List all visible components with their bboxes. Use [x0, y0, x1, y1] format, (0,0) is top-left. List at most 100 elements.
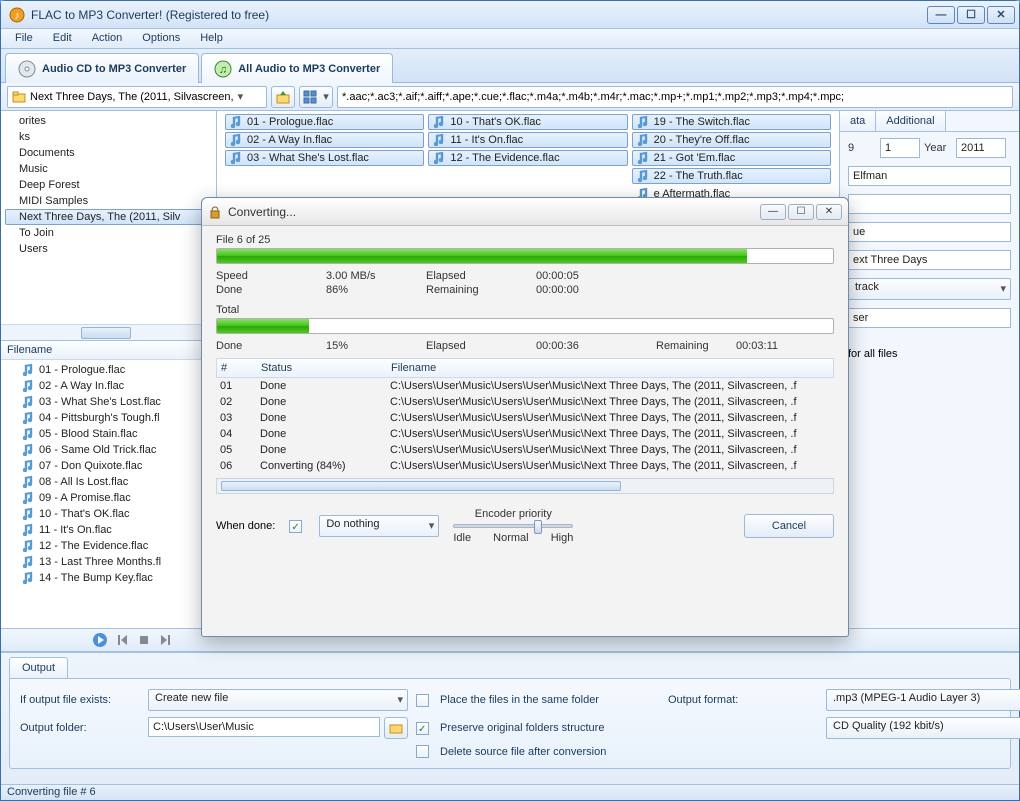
folder-icon [12, 90, 26, 104]
table-row[interactable]: 05DoneC:\Users\User\Music\Users\User\Mus… [216, 442, 834, 458]
cancel-button[interactable]: Cancel [744, 514, 834, 538]
list-item[interactable]: 03 - What She's Lost.flac [21, 394, 214, 410]
field-3[interactable] [848, 222, 1011, 242]
delete-source-check[interactable] [416, 745, 429, 758]
grid-item[interactable]: 03 - What She's Lost.flac [225, 150, 424, 166]
when-done-dropdown[interactable]: Do nothing [319, 515, 439, 537]
tree-item[interactable]: Users [5, 241, 212, 257]
year-field[interactable] [956, 138, 1006, 158]
play-button[interactable] [91, 631, 109, 649]
table-hscroll[interactable] [216, 478, 834, 494]
type-dropdown[interactable]: track [848, 278, 1011, 300]
list-item[interactable]: 01 - Prologue.flac [21, 362, 214, 378]
toolbar: Next Three Days, The (2011, Silvascreen,… [1, 83, 1019, 111]
tree-item[interactable]: ks [5, 129, 212, 145]
same-folder-check[interactable] [416, 694, 429, 707]
cd-icon [18, 60, 36, 78]
grid-item[interactable]: 19 - The Switch.flac [632, 114, 831, 130]
list-item[interactable]: 02 - A Way In.flac [21, 378, 214, 394]
dialog-minimize[interactable]: — [760, 204, 786, 220]
chevron-down-icon: ▾ [323, 90, 329, 103]
field-6[interactable] [848, 308, 1011, 328]
table-row[interactable]: 04DoneC:\Users\User\Music\Users\User\Mus… [216, 426, 834, 442]
view-button[interactable]: ▾ [299, 86, 333, 108]
tree-item[interactable]: Music [5, 161, 212, 177]
grid-item[interactable]: 01 - Prologue.flac [225, 114, 424, 130]
list-item[interactable]: 06 - Same Old Trick.flac [21, 442, 214, 458]
if-exists-dropdown[interactable]: Create new file [148, 689, 408, 711]
list-item[interactable]: 08 - All Is Lost.flac [21, 474, 214, 490]
close-button[interactable]: ✕ [987, 6, 1015, 24]
list-item[interactable]: 04 - Pittsburgh's Tough.fl [21, 410, 214, 426]
quality-dropdown[interactable]: CD Quality (192 kbit/s) [826, 717, 1020, 739]
folder-up-icon [275, 89, 291, 105]
grid-item[interactable]: 10 - That's OK.flac [428, 114, 627, 130]
menu-edit[interactable]: Edit [43, 29, 82, 48]
menu-file[interactable]: File [5, 29, 43, 48]
titlebar: ♪ FLAC to MP3 Converter! (Registered to … [1, 1, 1019, 29]
path-combo[interactable]: Next Three Days, The (2011, Silvascreen,… [7, 86, 267, 108]
table-row[interactable]: 03DoneC:\Users\User\Music\Users\User\Mus… [216, 410, 834, 426]
grid-item[interactable]: 20 - They're Off.flac [632, 132, 831, 148]
tree-item[interactable]: Next Three Days, The (2011, Silv [5, 209, 212, 225]
next-button[interactable] [157, 631, 175, 649]
list-item[interactable]: 09 - A Promise.flac [21, 490, 214, 506]
maximize-button[interactable]: ☐ [957, 6, 985, 24]
folder-tree[interactable]: oritesksDocumentsMusicDeep ForestMIDI Sa… [1, 111, 216, 324]
lock-icon [208, 205, 222, 219]
grid-item[interactable]: 11 - It's On.flac [428, 132, 627, 148]
minimize-button[interactable]: — [927, 6, 955, 24]
grid-item[interactable]: 02 - A Way In.flac [225, 132, 424, 148]
prev-button[interactable] [113, 631, 131, 649]
dialog-titlebar[interactable]: Converting... — ☐ ✕ [202, 198, 848, 226]
list-item[interactable]: 07 - Don Quixote.flac [21, 458, 214, 474]
table-row[interactable]: 02DoneC:\Users\User\Music\Users\User\Mus… [216, 394, 834, 410]
main-window: ♪ FLAC to MP3 Converter! (Registered to … [0, 0, 1020, 801]
tab-audio-cd[interactable]: Audio CD to MP3 Converter [5, 53, 199, 83]
tree-hscroll[interactable] [1, 324, 216, 340]
menu-help[interactable]: Help [190, 29, 233, 48]
table-row[interactable]: 01DoneC:\Users\User\Music\Users\User\Mus… [216, 378, 834, 394]
converting-dialog: Converting... — ☐ ✕ File 6 of 25 Speed 3… [201, 197, 849, 637]
filelist-header[interactable]: Filename [1, 341, 216, 360]
tree-item[interactable]: To Join [5, 225, 212, 241]
grid-item[interactable]: 21 - Got 'Em.flac [632, 150, 831, 166]
preserve-check[interactable] [416, 722, 429, 735]
list-item[interactable]: 13 - Last Three Months.fl [21, 554, 214, 570]
extension-filter[interactable]: *.aac;*.ac3;*.aif;*.aiff;*.ape;*.cue;*.f… [337, 86, 1013, 108]
tab-additional[interactable]: Additional [876, 111, 945, 131]
output-section: Output If output file exists: Create new… [1, 652, 1019, 784]
grid-item[interactable]: 22 - The Truth.flac [632, 168, 831, 184]
tab-metadata[interactable]: ata [840, 111, 876, 131]
up-folder-button[interactable] [271, 86, 295, 108]
tree-item[interactable]: orites [5, 113, 212, 129]
browse-folder-button[interactable] [384, 717, 408, 739]
tree-item[interactable]: Deep Forest [5, 177, 212, 193]
when-done-check[interactable] [289, 520, 302, 533]
tab-output[interactable]: Output [9, 657, 68, 678]
list-item[interactable]: 11 - It's On.flac [21, 522, 214, 538]
artist-field[interactable] [848, 166, 1011, 186]
stop-button[interactable] [135, 631, 153, 649]
tab-all-audio[interactable]: ♫ All Audio to MP3 Converter [201, 53, 393, 83]
list-item[interactable]: 14 - The Bump Key.flac [21, 570, 214, 586]
track-field[interactable] [880, 138, 920, 158]
file-list[interactable]: 01 - Prologue.flac02 - A Way In.flac03 -… [1, 360, 216, 628]
list-item[interactable]: 10 - That's OK.flac [21, 506, 214, 522]
menu-action[interactable]: Action [82, 29, 133, 48]
list-item[interactable]: 05 - Blood Stain.flac [21, 426, 214, 442]
list-item[interactable]: 12 - The Evidence.flac [21, 538, 214, 554]
grid-item[interactable]: 12 - The Evidence.flac [428, 150, 627, 166]
tree-item[interactable]: MIDI Samples [5, 193, 212, 209]
dialog-close[interactable]: ✕ [816, 204, 842, 220]
field-2[interactable] [848, 194, 1011, 214]
output-folder-field[interactable] [148, 717, 380, 737]
menu-options[interactable]: Options [132, 29, 190, 48]
priority-slider[interactable] [453, 524, 573, 528]
dialog-maximize[interactable]: ☐ [788, 204, 814, 220]
title-field[interactable] [848, 250, 1011, 270]
format-dropdown[interactable]: .mp3 (MPEG-1 Audio Layer 3) [826, 689, 1020, 711]
table-row[interactable]: 06Converting (84%)C:\Users\User\Music\Us… [216, 458, 834, 474]
tree-item[interactable]: Documents [5, 145, 212, 161]
status-bar: Converting file # 6 [1, 784, 1019, 800]
